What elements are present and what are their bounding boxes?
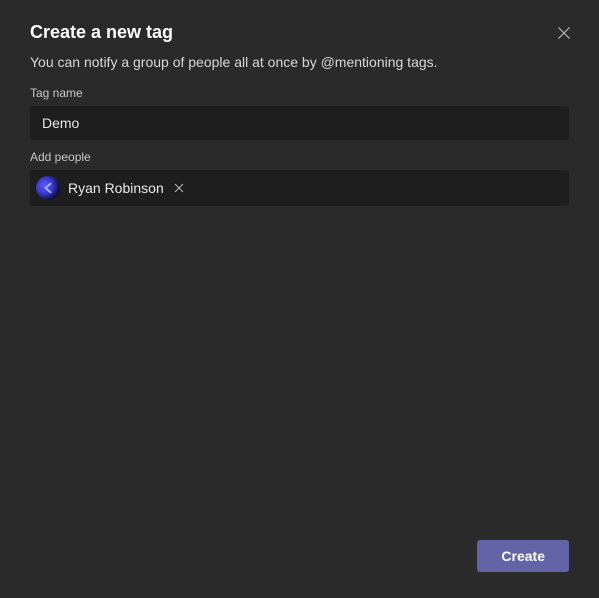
avatar [36,176,60,200]
tag-name-label: Tag name [30,86,569,100]
person-chip: Ryan Robinson [34,174,192,202]
avatar-icon [41,181,55,195]
dialog-footer: Create [30,540,569,576]
close-icon [557,26,571,40]
create-button[interactable]: Create [477,540,569,572]
close-button[interactable] [555,24,573,42]
dialog-subtitle: You can notify a group of people all at … [30,54,569,70]
close-icon [174,183,184,193]
dialog-header: Create a new tag [30,22,569,44]
create-tag-dialog: Create a new tag You can notify a group … [0,0,599,598]
add-people-label: Add people [30,150,569,164]
person-chip-name: Ryan Robinson [68,180,164,196]
add-people-input[interactable]: Ryan Robinson [30,170,569,206]
tag-name-input[interactable] [30,106,569,140]
dialog-title: Create a new tag [30,22,173,44]
remove-person-button[interactable] [172,181,186,195]
